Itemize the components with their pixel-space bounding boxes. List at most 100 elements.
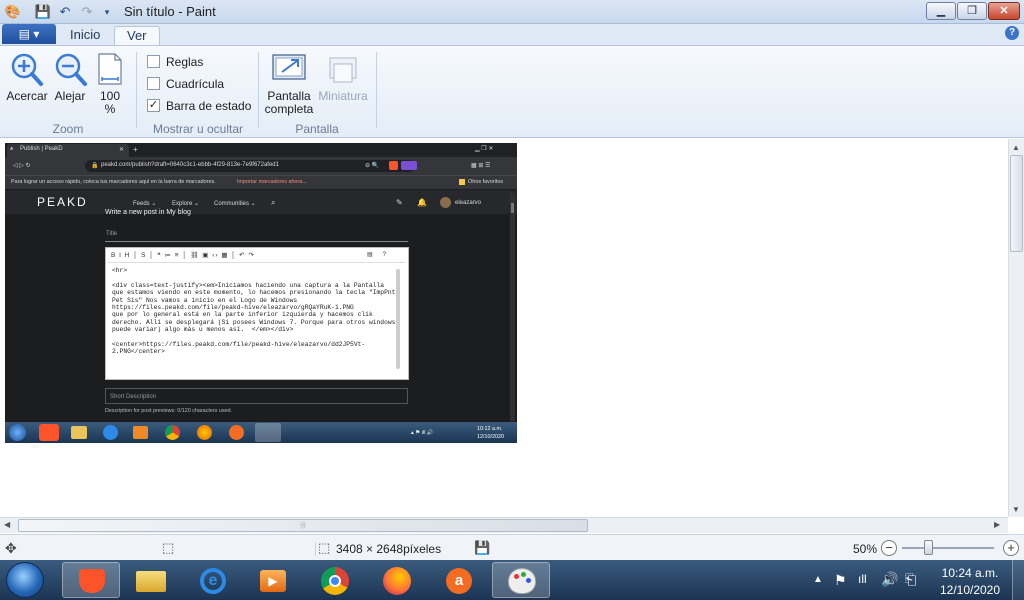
fullscreen-line2[interactable]: completa bbox=[264, 103, 314, 116]
url-bar-icons: ⊖ 🔍 bbox=[365, 163, 380, 169]
statusbar-checkbox[interactable]: ✓ bbox=[147, 99, 160, 112]
volume-icon[interactable]: 🔊 bbox=[881, 571, 898, 588]
horizontal-scrollbar[interactable]: ◀ ⦙⦙⦙ ▶ bbox=[0, 517, 1008, 533]
editor-code-line bbox=[112, 274, 397, 281]
editor-toolbar-right-icons: ▤ ? bbox=[367, 252, 387, 258]
firefox-icon bbox=[383, 567, 411, 595]
action-center-flag-icon[interactable]: ⚑ bbox=[834, 572, 847, 589]
edit-icon: ✎ bbox=[396, 198, 403, 207]
show-group-label: Mostrar u ocultar bbox=[152, 122, 244, 136]
title-input: Title bbox=[106, 231, 118, 237]
browser-url: peakd.com/publish?draft=0640c3c1-ebbb-4f… bbox=[101, 162, 279, 168]
folder-icon bbox=[136, 571, 166, 592]
zoom-out-icon[interactable] bbox=[54, 52, 88, 88]
username: eleazarvo bbox=[455, 200, 482, 206]
undo-icon[interactable]: ↶ bbox=[56, 3, 74, 21]
editor-code-line: Pet Sis" Nos vamos a inicio en el Logo d… bbox=[112, 296, 298, 304]
scroll-down-icon[interactable]: ▼ bbox=[1012, 505, 1020, 514]
editor-code-line: https://files.peakd.com/file/peakd-hive/… bbox=[112, 304, 354, 312]
statusbar-label: Barra de estado bbox=[166, 99, 252, 113]
network-icon[interactable]: ıll bbox=[858, 572, 867, 586]
editor-code-line: <center>https://files.peakd.com/file/pea… bbox=[112, 341, 366, 349]
rulers-checkbox[interactable] bbox=[147, 55, 160, 68]
description-hint: Description for post previews: 0/120 cha… bbox=[105, 408, 233, 414]
new-tab-icon: + bbox=[133, 145, 138, 154]
import-bookmarks-link: Importar marcadores ahora... bbox=[237, 179, 307, 185]
image-size-icon: ⬚ bbox=[318, 540, 331, 555]
maximize-button[interactable]: ❐ bbox=[957, 2, 987, 20]
zoom-slider-thumb[interactable] bbox=[924, 540, 933, 555]
minimize-button[interactable]: ▁ bbox=[926, 2, 956, 20]
mini-ie-icon bbox=[103, 425, 118, 440]
save-icon[interactable]: 💾 bbox=[34, 3, 52, 21]
mini-start-icon bbox=[9, 424, 26, 441]
page-100-icon[interactable] bbox=[97, 53, 123, 85]
taskbar-avast-button[interactable]: a bbox=[430, 562, 488, 598]
zoom-in-button[interactable]: Acercar bbox=[6, 90, 48, 103]
page-heading: Write a new post in My blog bbox=[105, 209, 191, 216]
zoom-100-line2[interactable]: % bbox=[94, 103, 126, 116]
paint-app-icon[interactable]: 🎨 bbox=[4, 3, 22, 21]
editor-code-line: que por lo general está en la parte infe… bbox=[112, 311, 373, 319]
taskbar-brave-button[interactable] bbox=[62, 562, 120, 598]
zoom-out-status-button[interactable]: − bbox=[881, 540, 897, 556]
zoom-out-button[interactable]: Alejar bbox=[50, 90, 90, 103]
mini-clock-date: 12/10/2020 bbox=[477, 434, 504, 440]
title-bar: 🎨 💾 ↶ ↷ ▾ Sin título - Paint ▁ ❐ ✕ bbox=[0, 0, 1024, 24]
selection-size-icon: ⬚ bbox=[162, 540, 175, 555]
mini-chrome-icon bbox=[165, 425, 180, 440]
close-button[interactable]: ✕ bbox=[988, 2, 1020, 20]
taskbar-explorer-button[interactable] bbox=[122, 562, 180, 598]
mini-media-icon bbox=[133, 426, 148, 439]
taskbar-firefox-button[interactable] bbox=[368, 562, 426, 598]
image-dimensions: 3408 × 2648píxeles bbox=[336, 542, 442, 556]
taskbar-ie-button[interactable]: e bbox=[184, 562, 242, 598]
taskbar-paint-button[interactable] bbox=[492, 562, 550, 598]
short-description-input: Short Description bbox=[110, 394, 157, 400]
file-size-icon: 💾 bbox=[474, 540, 491, 555]
rulers-label: Reglas bbox=[166, 55, 204, 69]
scroll-left-icon[interactable]: ◀ bbox=[4, 520, 10, 529]
zoom-in-status-button[interactable]: + bbox=[1003, 540, 1019, 556]
vertical-scroll-thumb[interactable] bbox=[1010, 155, 1023, 252]
mini-brave-icon bbox=[39, 424, 59, 441]
scroll-right-icon[interactable]: ▶ bbox=[994, 520, 1000, 529]
browser-tab-favicon: ⩚ bbox=[10, 146, 14, 152]
editor-code-line: <div class=text-justify><em>Iniciamos ha… bbox=[112, 281, 385, 289]
start-button-icon[interactable] bbox=[6, 562, 44, 598]
scroll-up-icon[interactable]: ▲ bbox=[1012, 143, 1020, 152]
editor-code-line: 2.PNG</center> bbox=[112, 348, 165, 356]
zoom-in-icon[interactable] bbox=[10, 52, 44, 88]
tab-inicio[interactable]: Inicio bbox=[58, 26, 112, 46]
tab-ver[interactable]: Ver bbox=[114, 26, 160, 46]
fullscreen-icon[interactable] bbox=[272, 53, 306, 85]
pasted-screenshot-image[interactable]: ⩚ Publish | PeakD ✕ + ▁ ❐ ✕ ◁ ▷ ↻ 🔒 peak… bbox=[5, 143, 517, 443]
show-hidden-icons[interactable]: ▲ bbox=[813, 574, 823, 585]
horizontal-scroll-thumb[interactable]: ⦙⦙⦙ bbox=[18, 519, 588, 532]
customize-toolbar-icon[interactable]: ▾ bbox=[98, 3, 116, 21]
device-icon[interactable]: ⎗ bbox=[905, 571, 916, 588]
browser-tab-title: Publish | PeakD bbox=[20, 146, 63, 152]
taskbar-clock-date[interactable]: 12/10/2020 bbox=[936, 583, 1004, 597]
status-bar: ✥ ⬚ ⬚ 3408 × 2648píxeles 💾 50% − + bbox=[0, 534, 1024, 560]
title-underline bbox=[105, 241, 408, 242]
show-desktop-button[interactable] bbox=[1012, 560, 1024, 600]
taskbar-media-button[interactable]: ▶ bbox=[244, 562, 302, 598]
browser-window-controls: ▁ ❐ ✕ bbox=[475, 146, 494, 152]
browser-nav-icons: ◁ ▷ ↻ bbox=[13, 163, 31, 169]
tab-close-icon: ✕ bbox=[119, 147, 125, 153]
media-player-icon: ▶ bbox=[260, 570, 286, 592]
nav-communities: Communities ⌄ bbox=[214, 201, 256, 207]
zoom-slider-track[interactable] bbox=[902, 547, 994, 549]
mini-clock-time: 10:12 a.m. bbox=[477, 426, 503, 432]
taskbar-chrome-button[interactable] bbox=[306, 562, 364, 598]
thumbnail-icon bbox=[326, 56, 360, 86]
grid-checkbox[interactable] bbox=[147, 77, 160, 90]
help-icon[interactable]: ? bbox=[1005, 26, 1019, 40]
taskbar-clock-time[interactable]: 10:24 a.m. bbox=[940, 566, 1000, 580]
redo-icon[interactable]: ↷ bbox=[78, 3, 96, 21]
internet-explorer-icon: e bbox=[200, 568, 226, 594]
editor-code-line bbox=[112, 334, 397, 341]
file-menu-button[interactable]: ▤ ▾ bbox=[2, 24, 56, 44]
vertical-scrollbar[interactable]: ▲ ▼ bbox=[1008, 139, 1024, 517]
